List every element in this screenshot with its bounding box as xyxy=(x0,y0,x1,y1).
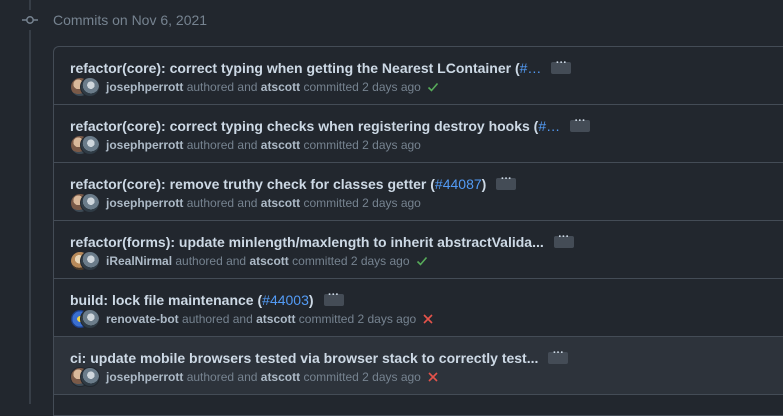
commit-title[interactable]: refactor(core): correct typing when gett… xyxy=(70,57,572,78)
x-icon[interactable] xyxy=(422,313,434,325)
commit-meta: josephperrott authored and atscott commi… xyxy=(70,135,421,155)
commit-row: refactor(core): remove truthy check for … xyxy=(54,163,783,221)
ellipsis-label: ··· xyxy=(574,115,586,127)
author-link[interactable]: josephperrott xyxy=(106,138,183,152)
committer-avatar[interactable] xyxy=(80,309,100,329)
committer-link[interactable]: atscott xyxy=(261,370,300,384)
check-icon[interactable] xyxy=(427,81,439,93)
pr-link[interactable]: #44087 xyxy=(435,176,482,192)
commit-message-link[interactable]: refactor(forms): update minlength/maxlen… xyxy=(70,234,544,250)
authored-text: authored and xyxy=(186,196,258,210)
avatar-stack xyxy=(70,251,102,271)
date-header: Commits on Nov 6, 2021 xyxy=(20,10,207,30)
commit-meta: renovate-bot authored and atscott commit… xyxy=(70,309,434,329)
avatar-stack xyxy=(70,309,102,329)
date-header-text: Commits on Nov 6, 2021 xyxy=(53,12,208,28)
authored-text: authored and xyxy=(175,254,247,268)
author-link[interactable]: josephperrott xyxy=(106,370,183,384)
avatar-stack xyxy=(70,77,102,97)
commit-title[interactable]: refactor(forms): update minlength/maxlen… xyxy=(70,231,574,252)
committer-avatar[interactable] xyxy=(80,135,100,155)
avatar-stack xyxy=(70,193,102,213)
committer-link[interactable]: atscott xyxy=(256,312,295,326)
commit-message-link[interactable]: ci: update mobile browsers tested via br… xyxy=(70,350,538,366)
commit-title[interactable]: ci: update mobile browsers tested via br… xyxy=(70,347,569,368)
commit-title-end: ) xyxy=(308,292,314,308)
expand-ellipsis-button[interactable]: ··· xyxy=(551,57,572,74)
commit-row: build: lock file maintenance (#44003) ··… xyxy=(54,279,783,337)
ellipsis-label: ··· xyxy=(500,173,512,185)
committer-avatar[interactable] xyxy=(80,367,100,387)
committer-avatar[interactable] xyxy=(80,193,100,213)
committer-avatar[interactable] xyxy=(80,251,100,271)
pr-link[interactable]: #… xyxy=(520,60,542,76)
authored-text: authored and xyxy=(186,138,258,152)
ellipsis-label: ··· xyxy=(552,347,564,359)
committed-text: committed 2 days ago xyxy=(298,312,417,326)
pr-link[interactable]: #… xyxy=(538,118,560,134)
x-icon[interactable] xyxy=(427,371,439,383)
commit-list: refactor(core): correct typing when gett… xyxy=(53,46,783,416)
committed-text: committed 2 days ago xyxy=(292,254,410,268)
commit-row: refactor(core): correct typing checks wh… xyxy=(54,105,783,163)
authored-text: authored and xyxy=(186,80,258,94)
author-link[interactable]: renovate-bot xyxy=(106,312,179,326)
commit-meta: iRealNirmal authored and atscott committ… xyxy=(70,251,428,271)
committer-link[interactable]: atscott xyxy=(261,80,300,94)
committed-text: committed 2 days ago xyxy=(303,138,421,152)
committed-text: committed 2 days ago xyxy=(303,370,421,384)
commit-title[interactable]: refactor(core): remove truthy check for … xyxy=(70,173,517,194)
ellipsis-label: ··· xyxy=(328,289,340,301)
expand-ellipsis-button[interactable]: ··· xyxy=(553,231,574,248)
expand-ellipsis-button[interactable]: ··· xyxy=(496,173,517,190)
committed-text: committed 2 days ago xyxy=(303,196,421,210)
expand-ellipsis-button[interactable]: ··· xyxy=(548,347,569,364)
commit-title[interactable]: refactor(core): correct typing checks wh… xyxy=(70,115,591,136)
git-commit-icon xyxy=(20,10,40,30)
commit-title-end: ) xyxy=(481,176,487,192)
authored-text: authored and xyxy=(186,370,258,384)
avatar-stack xyxy=(70,135,102,155)
commit-row: ci: update mobile browsers tested via br… xyxy=(54,337,783,395)
commit-message-link[interactable]: refactor(core): correct typing when gett… xyxy=(70,60,520,76)
expand-ellipsis-button[interactable]: ··· xyxy=(323,289,344,306)
commit-row: refactor(core): correct typing when gett… xyxy=(54,47,783,105)
timeline-line xyxy=(29,0,31,404)
check-icon[interactable] xyxy=(416,255,428,267)
author-link[interactable]: iRealNirmal xyxy=(106,254,172,268)
avatar-stack xyxy=(70,367,102,387)
commit-title[interactable]: build: lock file maintenance (#44003) ··… xyxy=(70,289,344,310)
commit-meta: josephperrott authored and atscott commi… xyxy=(70,367,439,387)
commit-row: refactor(forms): update minlength/maxlen… xyxy=(54,221,783,279)
commit-meta: josephperrott authored and atscott commi… xyxy=(70,193,421,213)
committer-link[interactable]: atscott xyxy=(249,254,288,268)
ellipsis-label: ··· xyxy=(558,231,570,243)
committed-text: committed 2 days ago xyxy=(303,80,421,94)
pr-link[interactable]: #44003 xyxy=(262,292,309,308)
commit-message-link[interactable]: build: lock file maintenance ( xyxy=(70,292,262,308)
commit-message-link[interactable]: refactor(core): remove truthy check for … xyxy=(70,176,435,192)
committer-avatar[interactable] xyxy=(80,77,100,97)
commit-meta: josephperrott authored and atscott commi… xyxy=(70,77,439,97)
author-link[interactable]: josephperrott xyxy=(106,196,183,210)
authored-text: authored and xyxy=(182,312,253,326)
committer-link[interactable]: atscott xyxy=(261,196,300,210)
ellipsis-label: ··· xyxy=(555,57,567,69)
expand-ellipsis-button[interactable]: ··· xyxy=(570,115,591,132)
committer-link[interactable]: atscott xyxy=(261,138,300,152)
author-link[interactable]: josephperrott xyxy=(106,80,183,94)
commit-message-link[interactable]: refactor(core): correct typing checks wh… xyxy=(70,118,538,134)
